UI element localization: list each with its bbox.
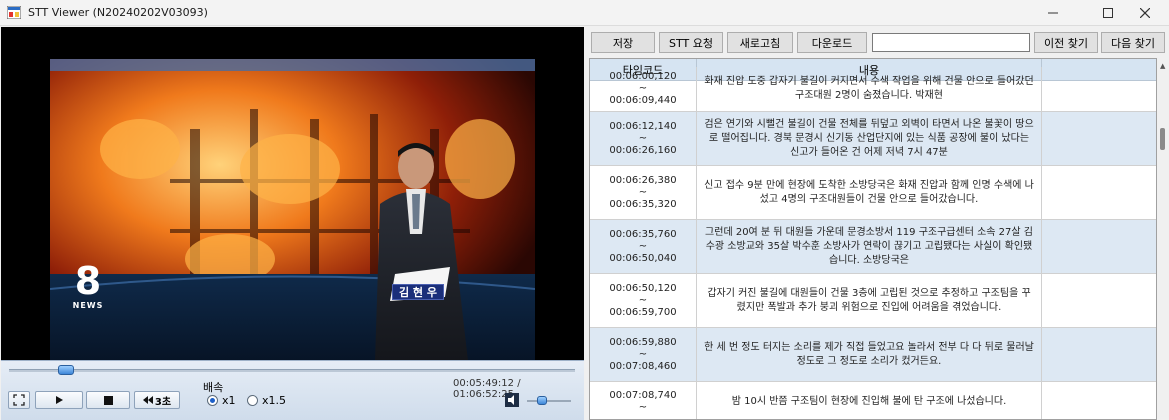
video-frame[interactable]: 8 NEWS 김 현 우 [50, 59, 535, 361]
transcript-panel: 저장 STT 요청 새로고침 다운로드 이전 찾기 다음 찾기 타임코드 내용 … [586, 27, 1169, 420]
timecode-cell[interactable]: 00:06:26,380 ~00:06:35,320 [590, 166, 697, 219]
timecode-end: 00:06:35,320 [609, 198, 677, 210]
table-row[interactable]: 00:06:35,760 ~00:06:50,040 그런데 20여 분 뒤 대원들… [590, 220, 1156, 274]
player-controls: 3초 배속 x1 x1.5 00:05:49:12 / 01:06:52:25 [1, 360, 584, 420]
stop-button[interactable] [86, 391, 130, 409]
play-button[interactable] [35, 391, 83, 409]
timecode-cell[interactable]: 00:06:50,120 ~00:06:59,700 [590, 274, 697, 327]
close-icon [1140, 8, 1150, 18]
title-bar: STT Viewer (N20240202V03093) [0, 0, 1169, 26]
radio-selected [207, 395, 218, 406]
table-row[interactable]: 00:06:26,380 ~00:06:35,320 신고 접수 9분 만에 현장에… [590, 166, 1156, 220]
fullscreen-icon [13, 394, 25, 406]
video-scene [50, 59, 535, 361]
play-icon [56, 396, 63, 404]
prev-find-button[interactable]: 이전 찾기 [1034, 32, 1098, 53]
timecode-cell[interactable]: 00:06:12,140 ~00:06:26,160 [590, 112, 697, 165]
timecode-start: 00:06:50,120 [609, 282, 677, 294]
content-cell[interactable]: 신고 접수 9분 만에 현장에 도착한 소방당국은 화재 진압과 함께 인명 수… [697, 166, 1042, 219]
scrollbar-thumb[interactable] [1160, 128, 1165, 150]
fullscreen-button[interactable] [8, 391, 30, 409]
timecode-start: 00:06:26,380 [609, 174, 677, 186]
table-row[interactable]: 00:06:12,140 ~00:06:26,160 검은 연기와 시뻘건 불길이 … [590, 112, 1156, 166]
timecode-sep: ~ [638, 348, 648, 360]
timecode-sep: ~ [638, 186, 648, 198]
content-cell[interactable]: 검은 연기와 시뻘건 불길이 건물 전체를 뒤덮고 외벽이 타면서 나온 불꽃이… [697, 112, 1042, 165]
volume-slider[interactable] [527, 400, 571, 402]
content-cell[interactable]: 그런데 20여 분 뒤 대원들 가운데 문경소방서 119 구조구급센터 소속 … [697, 220, 1042, 273]
minimize-icon [1048, 12, 1058, 14]
volume-thumb[interactable] [537, 396, 548, 405]
anchor-name-caption: 김 현 우 [392, 284, 444, 300]
timecode-sep: ~ [638, 401, 648, 413]
timecode-sep: ~ [638, 132, 648, 144]
rewind-label: 3초 [154, 396, 172, 408]
news-logo: 8 NEWS [70, 261, 106, 311]
close-button[interactable] [1122, 0, 1168, 26]
speaker-icon[interactable] [505, 393, 519, 407]
stop-icon [103, 395, 113, 405]
content-cell[interactable]: 갑자기 커진 불길에 대원들이 건물 3층에 고립된 것으로 추정하고 구조팀을… [697, 274, 1042, 327]
app-icon [7, 6, 21, 19]
timecode-start: 00:06:35,760 [609, 228, 677, 240]
table-row[interactable]: 00:06:00,120 ~00:06:09,440 화재 진압 도중 갑자기 불길… [590, 67, 1156, 112]
content-cell[interactable]: 한 세 번 정도 터지는 소리를 제가 직접 들었고요 놀라서 전부 다 다 뒤… [697, 328, 1042, 381]
timecode-sep: ~ [638, 240, 648, 252]
rewind-icon [142, 396, 153, 404]
scroll-up-icon[interactable]: ▲ [1160, 62, 1165, 70]
content-cell[interactable]: 밤 10시 반쯤 구조팀이 현장에 진입해 불에 탄 구조에 나섰습니다. [697, 382, 1042, 419]
timecode-end: 00:06:26,160 [609, 144, 677, 156]
timecode-sep: ~ [638, 83, 648, 94]
timecode-cell[interactable]: 00:07:08,740 ~ [590, 382, 697, 419]
download-button[interactable]: 다운로드 [797, 32, 867, 53]
timecode-sep: ~ [638, 294, 648, 306]
timecode-cell[interactable]: 00:06:00,120 ~00:06:09,440 [590, 67, 697, 111]
timecode-cell[interactable]: 00:06:59,880 ~00:07:08,460 [590, 328, 697, 381]
timecode-start: 00:06:00,120 [609, 71, 677, 82]
minimize-button[interactable] [1030, 0, 1076, 26]
table-row[interactable]: 00:06:59,880 ~00:07:08,460 한 세 번 정도 터지는 소리… [590, 328, 1156, 382]
timecode-end: 00:06:09,440 [609, 95, 677, 106]
time-separator: / [517, 378, 521, 389]
seek-thumb[interactable] [57, 365, 74, 375]
current-time: 00:05:49:12 [453, 378, 515, 389]
news-logo-text: NEWS [72, 301, 104, 310]
transcript-grid: 타임코드 내용 00:06:00,120 ~00:06:09,440 화재 진압 도… [589, 58, 1157, 420]
maximize-icon [1103, 8, 1113, 18]
save-button[interactable]: 저장 [591, 32, 655, 53]
stt-request-button[interactable]: STT 요청 [659, 32, 723, 53]
timecode-start: 00:06:59,880 [609, 336, 677, 348]
timecode-start: 00:07:08,740 [609, 389, 677, 401]
table-row[interactable]: 00:07:08,740 ~ 밤 10시 반쯤 구조팀이 현장에 진입해 불에 탄 … [590, 382, 1156, 419]
timecode-cell[interactable]: 00:06:35,760 ~00:06:50,040 [590, 220, 697, 273]
speed-option-x1[interactable]: x1 [207, 394, 236, 407]
speed-label: 배속 [203, 381, 224, 394]
timecode-start: 00:06:12,140 [609, 120, 677, 132]
next-find-button[interactable]: 다음 찾기 [1101, 32, 1165, 53]
window-title: STT Viewer (N20240202V03093) [28, 6, 208, 19]
content-cell[interactable]: 화재 진압 도중 갑자기 불길이 커지면서 수색 작업을 위해 건물 안으로 들… [697, 67, 1042, 111]
speed-option-label: x1 [222, 394, 236, 407]
speed-option-label: x1.5 [262, 394, 287, 407]
grid-scrollbar[interactable]: ▲ [1157, 58, 1169, 420]
seek-bar[interactable] [9, 369, 575, 372]
rewind-3s-button[interactable]: 3초 [134, 391, 180, 409]
speed-option-x1-5[interactable]: x1.5 [247, 394, 286, 407]
radio-unselected [247, 395, 258, 406]
timecode-end: 00:06:59,700 [609, 306, 677, 318]
search-input[interactable] [872, 33, 1030, 52]
table-row[interactable]: 00:06:50,120 ~00:06:59,700 갑자기 커진 불길에 대원들이… [590, 274, 1156, 328]
refresh-button[interactable]: 새로고침 [727, 32, 793, 53]
news-logo-number: 8 [74, 259, 102, 303]
timecode-end: 00:06:50,040 [609, 252, 677, 264]
timecode-end: 00:07:08,460 [609, 360, 677, 372]
